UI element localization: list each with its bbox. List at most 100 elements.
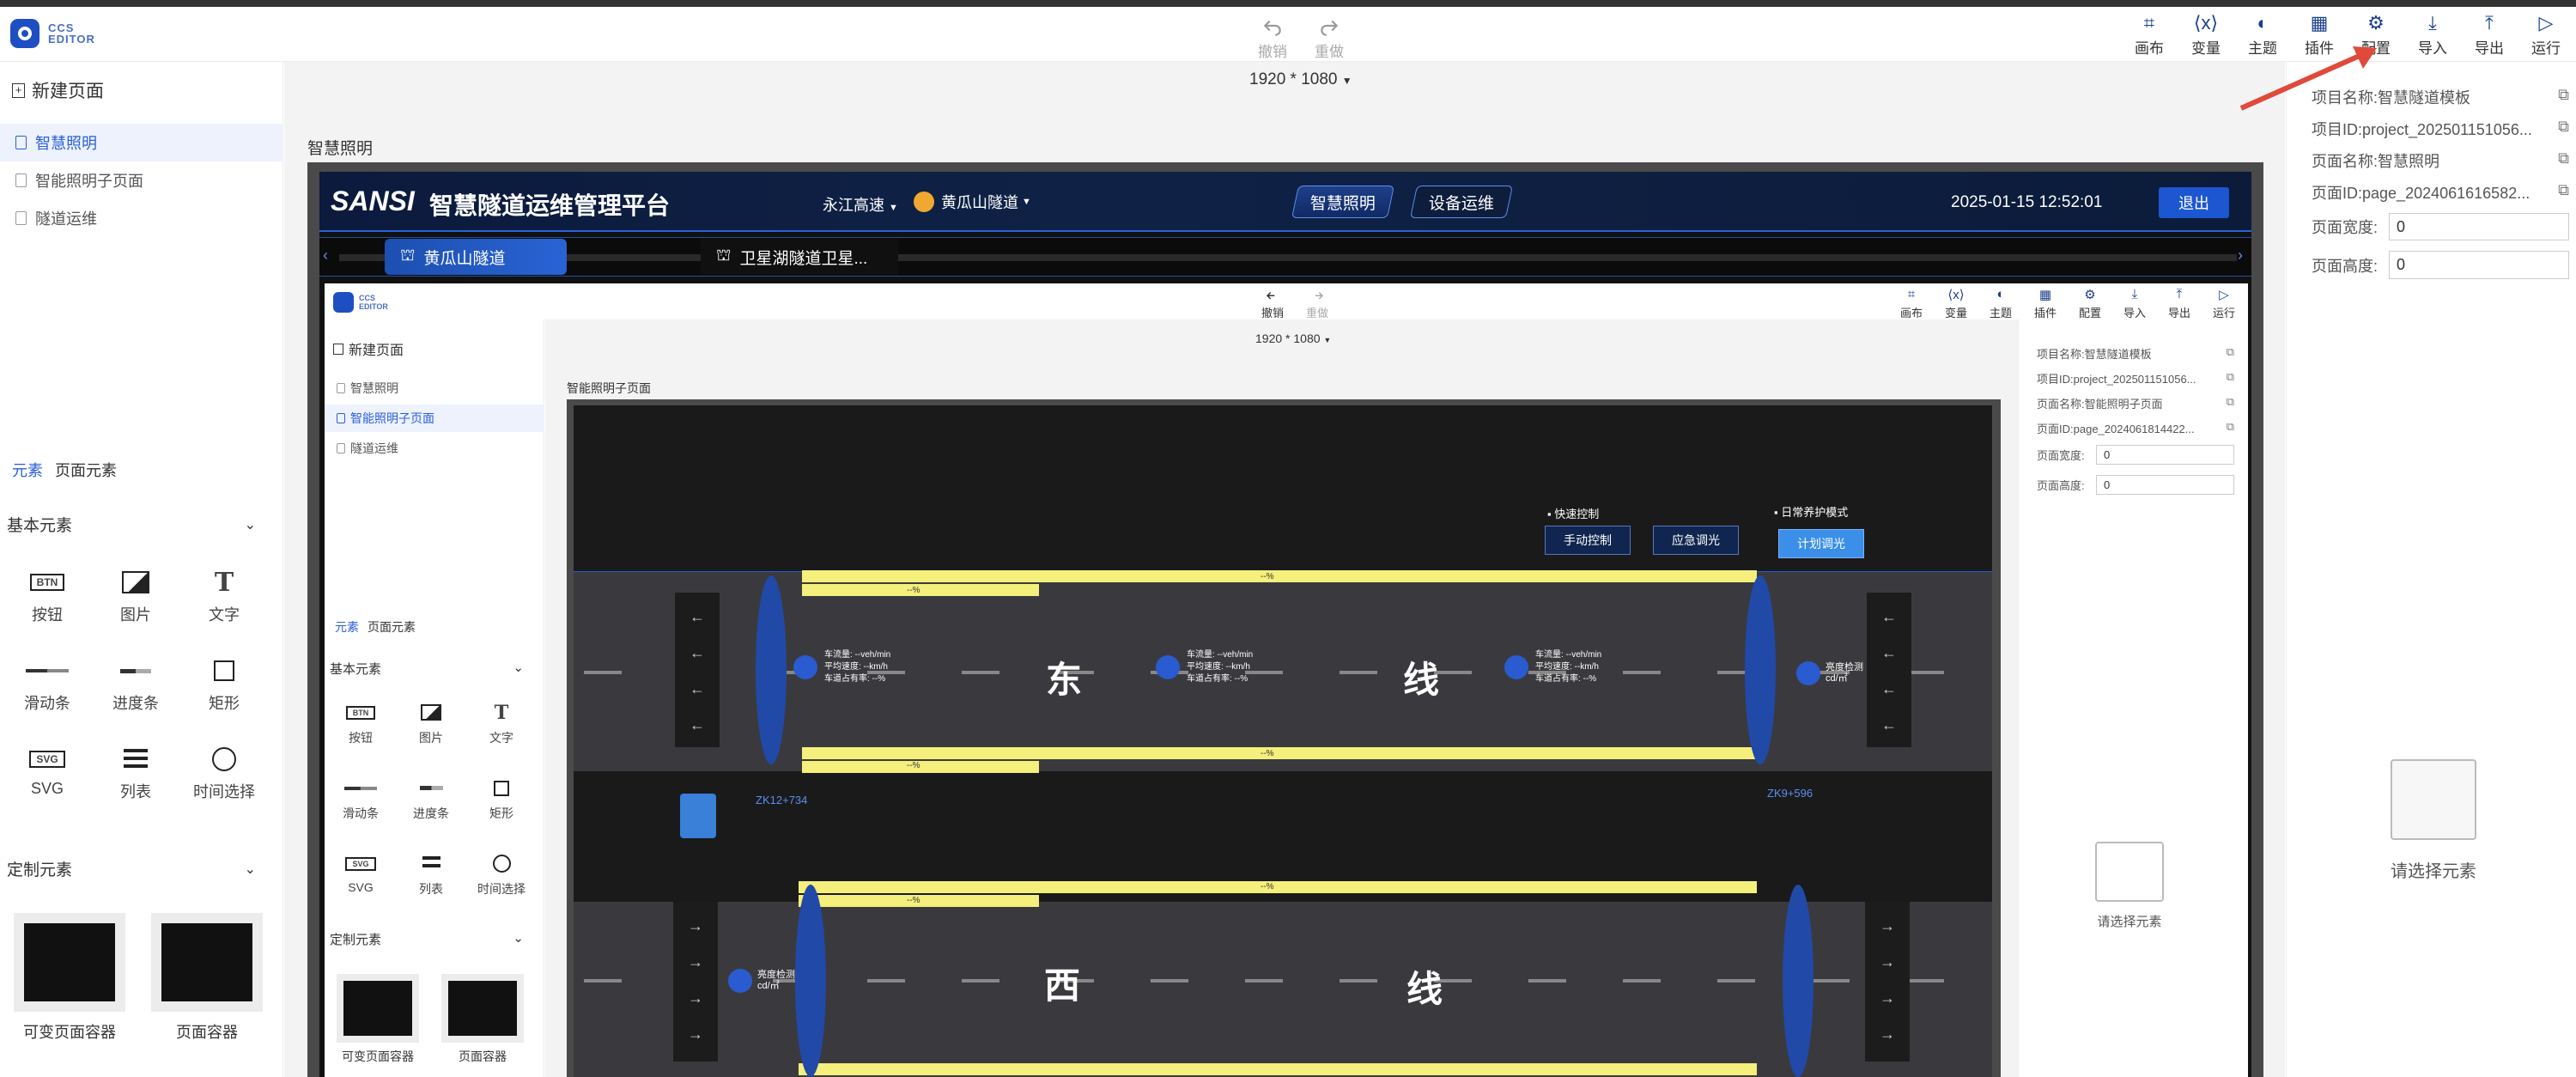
copy-icon[interactable]: ⧉ (2558, 86, 2569, 108)
basic-item-rectangle[interactable]: 矩形 (177, 655, 271, 714)
nested-page-item[interactable]: 隧道运维 (325, 435, 544, 462)
basic-item-svg[interactable]: SVG SVG (0, 744, 94, 798)
basic-item-label: 滑动条 (343, 806, 379, 820)
copy-icon[interactable]: ⧉ (2227, 370, 2234, 386)
custom-item-page-container[interactable]: 页面容器 (441, 974, 524, 1065)
tunnel-tab[interactable]: ⛫ 卫星湖隧道卫星... (701, 239, 898, 275)
file-icon (337, 383, 345, 393)
nested-resolution-select[interactable]: 1920 * 1080 ▼ (1255, 332, 1331, 345)
undo-button[interactable]: 撤销 (1249, 15, 1297, 61)
nested-page-item[interactable]: 智慧照明 (325, 374, 544, 402)
nested-undo-button[interactable]: 撤销 (1255, 289, 1290, 320)
copy-icon[interactable]: ⧉ (2558, 149, 2569, 172)
custom-item-variable-container[interactable]: 可变页面容器 (337, 974, 419, 1065)
glyph-shape (120, 668, 151, 673)
width-input[interactable] (2096, 445, 2234, 465)
nested-page-item[interactable]: 智能照明子页面 (325, 405, 544, 432)
basic-item-text[interactable]: T 文字 (459, 701, 544, 746)
tunnel-tab-active[interactable]: ⛫ 黄瓜山隧道 (385, 239, 567, 275)
logo-line1: CCS (359, 294, 376, 302)
nested-toolbar-variable-button[interactable]: ⟨x⟩ 变量 (1934, 287, 1978, 320)
fast-control-label: ▪ 快速控制 (1547, 508, 1600, 520)
tab-elements[interactable]: 元素 (335, 620, 359, 634)
toolbar-variable-button[interactable]: ⟨x⟩ 变量 (2178, 12, 2234, 58)
copy-icon[interactable]: ⧉ (2227, 345, 2234, 362)
nested-toolbar-plugin-button[interactable]: ▦ 插件 (2023, 287, 2068, 320)
copy-icon[interactable]: ⧉ (2227, 395, 2234, 411)
road-select[interactable]: 永江高速 ▼ (823, 193, 898, 216)
scroll-left-icon[interactable]: ‹ (323, 246, 328, 265)
toolbar-label: 变量 (2191, 40, 2221, 57)
custom-section-header[interactable]: 定制元素 ⌄ (7, 857, 256, 880)
tunnel-select[interactable]: 黄瓜山隧道 ▼ (914, 191, 1031, 213)
prop-value: project_202501151056... (2362, 121, 2532, 138)
page-item[interactable]: 智慧照明 (0, 124, 283, 161)
new-page-button[interactable]: + 新建页面 (12, 77, 104, 103)
nested-toolbar-export-button[interactable]: ⤒ 导出 (2157, 287, 2202, 320)
custom-item-variable-container[interactable]: 可变页面容器 (14, 913, 125, 1043)
basic-item-button[interactable]: BTN 按钮 (0, 567, 94, 625)
basic-item-list[interactable]: 列表 (88, 744, 183, 802)
prop-label: 页面名称: (2312, 153, 2379, 170)
page-item[interactable]: 智能照明子页面 (0, 161, 283, 199)
nested-new-page-button[interactable]: 新建页面 (333, 338, 404, 359)
nested-toolbar-config-button[interactable]: ⚙ 配置 (2068, 287, 2112, 320)
nested-toolbar-import-button[interactable]: ⤓ 导入 (2112, 287, 2157, 320)
nested-toolbar-theme-button[interactable]: ◐ 主题 (1978, 287, 2023, 320)
nav-device-maintenance[interactable]: 设备运维 (1409, 186, 1514, 218)
basic-item-rectangle[interactable]: 矩形 (459, 776, 544, 822)
plan-dim-button[interactable]: 计划调光 (1778, 529, 1864, 558)
chevron-down-icon: ⌄ (513, 931, 524, 946)
custom-item-page-container[interactable]: 页面容器 (151, 913, 263, 1043)
vehicle-detector[interactable]: 车流量: --veh/min 平均速度: --km/h 车道占有率: --% (793, 649, 890, 685)
toolbar-label: 画布 (2135, 40, 2164, 57)
basic-section-header[interactable]: 基本元素 ⌄ (7, 513, 256, 536)
basic-item-text[interactable]: T 文字 (177, 567, 271, 625)
copy-icon[interactable]: ⧉ (2558, 181, 2569, 204)
manual-control-button[interactable]: 手动控制 (1545, 526, 1631, 555)
toolbar-export-button[interactable]: ⤒ 导出 (2461, 12, 2518, 58)
resolution-select[interactable]: 1920 * 1080 ▼ (1249, 70, 1352, 89)
nested-toolbar-run-button[interactable]: ▷ 运行 (2202, 287, 2246, 320)
glyph-shape (421, 703, 441, 721)
toolbar-label: 运行 (2531, 40, 2561, 57)
prop-row: 页面宽度: (2037, 445, 2234, 465)
toolbar-run-button[interactable]: ▷ 运行 (2518, 12, 2574, 58)
brightness-sensor[interactable]: 亮度检测 cd/㎡ (1796, 661, 1863, 685)
copy-icon[interactable]: ⧉ (2558, 118, 2569, 140)
basic-item-time-picker[interactable]: 时间选择 (177, 744, 271, 802)
page-item[interactable]: 隧道运维 (0, 199, 283, 237)
toolbar-import-button[interactable]: ⤓ 导入 (2404, 12, 2461, 58)
nested-custom-header[interactable]: 定制元素 ⌄ (330, 930, 524, 948)
basic-item-image[interactable]: 图片 (88, 567, 183, 625)
basic-item-progress[interactable]: 进度条 (88, 655, 183, 714)
nested-basic-header[interactable]: 基本元素 ⌄ (330, 660, 524, 678)
nav-smart-lighting[interactable]: 智慧照明 (1291, 186, 1395, 218)
emergency-dim-button[interactable]: 应急调光 (1653, 526, 1739, 555)
nested-redo-button[interactable]: 重做 (1300, 289, 1334, 320)
server-cabinet-icon[interactable] (680, 794, 716, 838)
progress-icon (120, 655, 151, 686)
basic-item-slider[interactable]: 滑动条 (0, 655, 94, 714)
redo-button[interactable]: 重做 (1305, 15, 1353, 61)
tab-page-elements[interactable]: 页面元素 (55, 462, 117, 479)
height-input[interactable] (2389, 251, 2569, 279)
scroll-right-icon[interactable]: › (2238, 246, 2243, 265)
logout-button[interactable]: 退出 (2159, 187, 2229, 218)
nested-toolbar-canvas-button[interactable]: ⌗ 画布 (1889, 287, 1934, 320)
tab-page-elements[interactable]: 页面元素 (368, 620, 416, 634)
resolution-value: 1920 * 1080 (1255, 332, 1321, 345)
run-icon: ▷ (2219, 288, 2229, 302)
width-input[interactable] (2389, 213, 2569, 241)
brightness-sensor[interactable]: 亮度检测 cd/㎡ (728, 969, 795, 993)
basic-item-label: SVG (30, 780, 64, 797)
height-input[interactable] (2096, 474, 2234, 496)
vehicle-detector[interactable]: 车流量: --veh/min 平均速度: --km/h 车道占有率: --% (1504, 649, 1601, 685)
basic-item-time-picker[interactable]: 时间选择 (459, 852, 544, 898)
copy-icon[interactable]: ⧉ (2227, 420, 2234, 436)
entry-portal (795, 885, 826, 1077)
tab-elements[interactable]: 元素 (12, 462, 43, 479)
toolbar-canvas-button[interactable]: ⌗ 画布 (2121, 12, 2178, 58)
vehicle-detector[interactable]: 车流量: --veh/min 平均速度: --km/h 车道占有率: --% (1156, 649, 1253, 685)
bottom-light-strip (799, 1063, 1757, 1075)
